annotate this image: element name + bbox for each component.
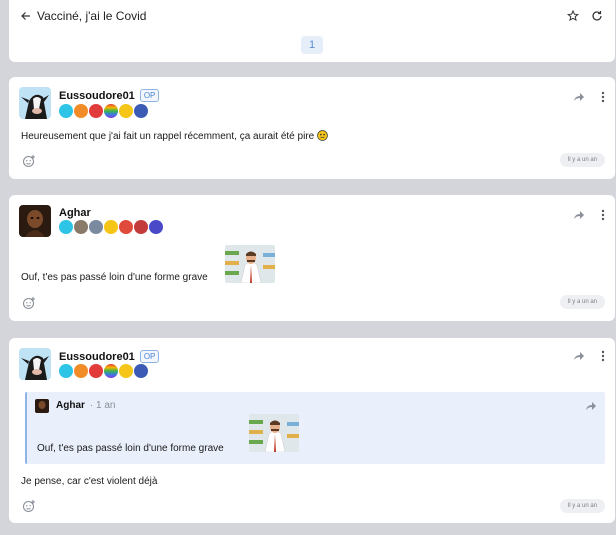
post-timestamp: Il y a un an bbox=[559, 153, 605, 167]
badge-icon[interactable] bbox=[134, 364, 148, 378]
badge-icon[interactable] bbox=[74, 220, 88, 234]
op-badge: OP bbox=[139, 89, 160, 102]
badge-icon[interactable] bbox=[59, 364, 73, 378]
badge-icon[interactable] bbox=[119, 104, 133, 118]
post-timestamp: Il y a un an bbox=[559, 499, 605, 513]
badge-icon[interactable] bbox=[59, 104, 73, 118]
avatar[interactable] bbox=[19, 205, 51, 237]
op-badge: OP bbox=[139, 350, 160, 363]
post: Aghar Ouf, t'es pas passé loin d'une for… bbox=[9, 195, 615, 321]
topic-title: Vacciné, j'ai le Covid bbox=[37, 9, 147, 23]
badge-list bbox=[59, 104, 148, 118]
refresh-icon[interactable] bbox=[591, 10, 603, 22]
share-icon[interactable] bbox=[573, 92, 585, 102]
add-reaction-icon[interactable] bbox=[22, 296, 36, 310]
badge-icon[interactable] bbox=[89, 220, 103, 234]
rainbow-badge-icon[interactable] bbox=[104, 104, 118, 118]
badge-icon[interactable] bbox=[89, 104, 103, 118]
page-number-button[interactable]: 1 bbox=[301, 36, 323, 54]
badge-icon[interactable] bbox=[119, 364, 133, 378]
sticker-image bbox=[225, 245, 275, 283]
more-options-icon[interactable] bbox=[601, 209, 605, 221]
badge-icon[interactable] bbox=[74, 364, 88, 378]
star-icon[interactable] bbox=[567, 10, 579, 22]
add-reaction-icon[interactable] bbox=[22, 499, 36, 513]
badge-list bbox=[59, 220, 163, 234]
quote-text: Ouf, t'es pas passé loin d'une forme gra… bbox=[37, 443, 224, 454]
badge-icon[interactable] bbox=[134, 104, 148, 118]
share-icon[interactable] bbox=[585, 401, 597, 411]
post-text: Ouf, t'es pas passé loin d'une forme gra… bbox=[21, 272, 208, 283]
back-button[interactable]: Vacciné, j'ai le Covid bbox=[21, 9, 146, 23]
author-name[interactable]: Eussoudore01 bbox=[59, 90, 135, 102]
sticker-image bbox=[249, 414, 299, 452]
quoted-post[interactable]: Aghar · 1 an Ouf, t'es pas passé loin d'… bbox=[25, 392, 605, 464]
add-reaction-icon[interactable] bbox=[22, 154, 36, 168]
badge-icon[interactable] bbox=[149, 220, 163, 234]
post-timestamp: Il y a un an bbox=[559, 295, 605, 309]
badge-icon[interactable] bbox=[89, 364, 103, 378]
smiley-emoji-icon bbox=[317, 130, 329, 141]
author-name[interactable]: Aghar bbox=[59, 207, 91, 219]
avatar[interactable] bbox=[19, 348, 51, 380]
badge-icon[interactable] bbox=[134, 220, 148, 234]
badge-icon[interactable] bbox=[59, 220, 73, 234]
topic-header: Vacciné, j'ai le Covid 1 bbox=[9, 0, 615, 62]
post: Eussoudore01 OP Aghar · 1 an Ouf, t'es p… bbox=[9, 338, 615, 523]
share-icon[interactable] bbox=[573, 351, 585, 361]
back-arrow-icon bbox=[21, 12, 30, 20]
badge-icon[interactable] bbox=[74, 104, 88, 118]
badge-icon[interactable] bbox=[119, 220, 133, 234]
more-options-icon[interactable] bbox=[601, 350, 605, 362]
more-options-icon[interactable] bbox=[601, 91, 605, 103]
rainbow-badge-icon[interactable] bbox=[104, 364, 118, 378]
author-name[interactable]: Eussoudore01 bbox=[59, 351, 135, 363]
share-icon[interactable] bbox=[573, 210, 585, 220]
avatar[interactable] bbox=[19, 87, 51, 119]
post-text: Heureusement que j'ai fait un rappel réc… bbox=[21, 130, 329, 142]
post: Eussoudore01 OP Heureusement que j'ai fa… bbox=[9, 77, 615, 179]
post-text: Je pense, car c'est violent déjà bbox=[21, 476, 158, 487]
quote-timestamp: · 1 an bbox=[89, 400, 116, 411]
badge-list bbox=[59, 364, 148, 378]
badge-icon[interactable] bbox=[104, 220, 118, 234]
quote-avatar bbox=[35, 399, 49, 413]
quote-author-name[interactable]: Aghar bbox=[56, 400, 85, 411]
